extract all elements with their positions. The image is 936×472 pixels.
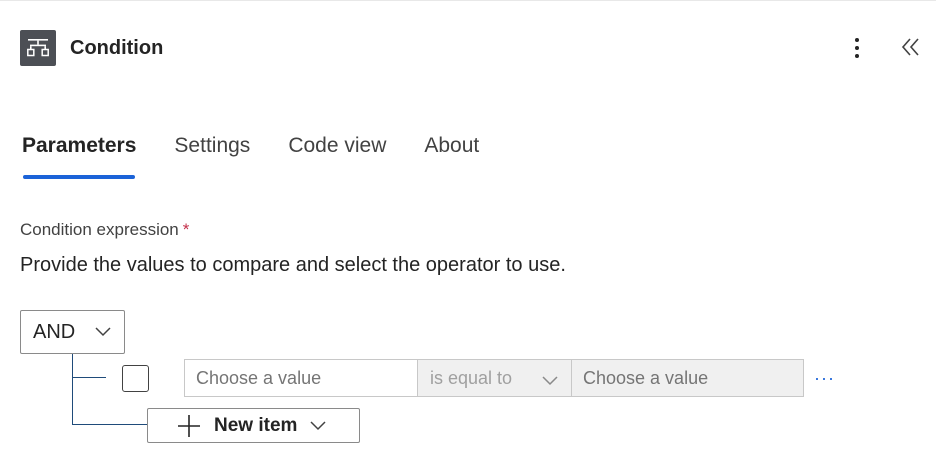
field-label-text: Condition expression: [20, 220, 179, 239]
group-operator-value: AND: [33, 320, 76, 343]
group-operator-dropdown[interactable]: AND: [20, 310, 125, 354]
new-item-label: New item: [214, 414, 298, 436]
tree-connector-line: [72, 354, 73, 425]
required-marker: *: [182, 220, 190, 239]
more-dot-icon: [855, 46, 859, 50]
plus-icon: [178, 414, 200, 437]
tab-code-view[interactable]: Code view: [288, 134, 386, 180]
operator-value: is equal to: [430, 367, 513, 388]
panel-title: Condition: [70, 36, 164, 59]
right-value-input[interactable]: [571, 359, 804, 397]
double-chevron-left-icon: [901, 38, 919, 56]
panel-header: Condition: [20, 30, 163, 66]
chevron-down-icon: [310, 420, 326, 430]
more-dot-icon: [855, 54, 859, 58]
chevron-down-icon: [542, 376, 558, 386]
tree-branch-line: [72, 424, 148, 425]
operator-dropdown[interactable]: is equal to: [418, 359, 571, 397]
tab-about[interactable]: About: [424, 134, 479, 180]
new-item-button[interactable]: New item: [147, 408, 360, 443]
left-value-input[interactable]: [184, 359, 418, 397]
chevron-down-icon: [95, 327, 111, 337]
condition-row: is equal to: [184, 359, 804, 397]
condition-icon: [20, 30, 56, 66]
top-divider: [0, 0, 936, 1]
more-dot-icon: [855, 38, 859, 42]
tree-branch-line: [72, 377, 106, 378]
row-more-button[interactable]: ···: [814, 368, 835, 389]
field-description: Provide the values to compare and select…: [20, 254, 566, 276]
tab-settings[interactable]: Settings: [174, 134, 250, 180]
tab-parameters[interactable]: Parameters: [22, 134, 136, 180]
row-select-checkbox[interactable]: [122, 365, 149, 392]
condition-expression-label: Condition expression *: [20, 220, 189, 240]
more-options-button[interactable]: [845, 34, 869, 62]
tab-bar: Parameters Settings Code view About: [22, 134, 517, 180]
collapse-panel-button[interactable]: [898, 34, 924, 60]
